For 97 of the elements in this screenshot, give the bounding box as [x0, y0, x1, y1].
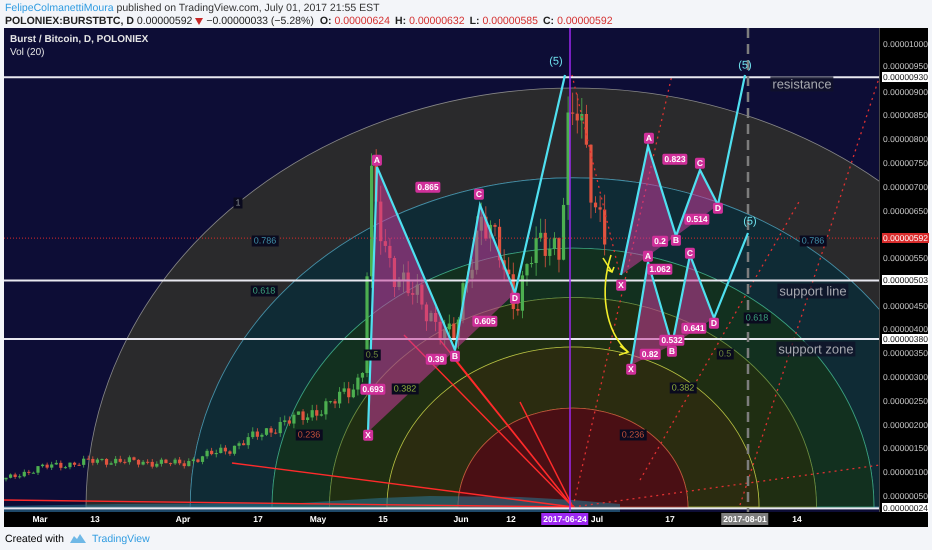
- price-tick-label: 0.00000650: [882, 206, 929, 216]
- time-tick-label: 12: [505, 513, 517, 525]
- pattern-point-label: D: [708, 318, 720, 328]
- ohlc-label: C:: [542, 15, 554, 27]
- price-tick-label: 0.00000300: [882, 372, 929, 382]
- price-tick-label: 0.00000950: [882, 60, 929, 71]
- ohlc-value: 0.00000624: [334, 15, 390, 27]
- publish-info: FelipeColmanettiMoura published on TradingView.com, July 01, 2017 21:55 EST: [5, 2, 380, 14]
- price-tick-label: 0.00000200: [882, 420, 929, 430]
- ohlc-label: O:: [320, 15, 332, 27]
- price-tick-label: 0.00000150: [882, 443, 929, 454]
- price-tick-label: 0.00000100: [882, 467, 929, 478]
- time-tick-label: Mar: [31, 513, 49, 525]
- price-line-label: 0.00000380: [882, 334, 929, 344]
- pattern-point-label: C: [694, 158, 706, 168]
- pattern-point-label: B: [450, 350, 460, 362]
- price-tick-label: 0.00000850: [882, 110, 929, 120]
- indicator-label: Vol (20): [10, 47, 46, 58]
- price-tick-label: 0.00000350: [882, 348, 929, 358]
- price-line-label: 0.00000024: [882, 503, 929, 514]
- author-link[interactable]: FelipeColmanettiMoura: [5, 2, 114, 14]
- fib-level-label: 0.5: [364, 350, 380, 360]
- ratio-label: 0.641: [681, 322, 707, 334]
- pattern-point-label: X: [616, 280, 626, 290]
- ratio-label: 0.2: [652, 236, 668, 246]
- created-with-text: Created with: [5, 532, 64, 544]
- tradingview-link[interactable]: TradingView: [92, 532, 150, 544]
- ohlc-value: 0.00000585: [482, 15, 538, 27]
- price-tick-label: 0.00000400: [882, 324, 929, 334]
- ratio-label: 0.865: [415, 182, 441, 192]
- ratio-label: 0.82: [640, 348, 660, 360]
- pattern-point-label: C: [684, 248, 696, 258]
- fib-level-label: 0.5: [716, 348, 734, 360]
- pattern-point-label: A: [372, 154, 382, 166]
- ratio-label: 0.39: [426, 354, 446, 364]
- price-line-label: 0.00000930: [882, 72, 929, 82]
- date-badge: 2017-08-01: [721, 513, 769, 525]
- chart-note: resistance: [770, 76, 834, 92]
- ohlc-value: 0.00000592: [557, 15, 613, 27]
- fib-level-label: 0.382: [670, 382, 696, 394]
- ratio-label: 1.062: [647, 264, 673, 274]
- pattern-point-label: A: [644, 132, 654, 144]
- price-change: −0.00000033 (−5.28%): [206, 15, 314, 27]
- time-tick-label: 13: [89, 513, 101, 525]
- time-tick-label: Apr: [174, 513, 192, 525]
- time-tick-label: May: [308, 513, 328, 525]
- price-tick-label: 0.00000450: [882, 300, 929, 311]
- last-price-label: 0.00000592: [882, 233, 929, 244]
- ratio-label: 0.532: [659, 334, 685, 346]
- chart-note: support line: [777, 284, 849, 298]
- fib-level-label: 0.786: [252, 236, 278, 246]
- date-badge: 2017-06-24: [541, 513, 589, 525]
- time-tick-label: 14: [791, 513, 803, 525]
- time-tick-label: 17: [252, 513, 264, 525]
- time-tick-label: Jun: [452, 513, 470, 525]
- ohlc-label: L:: [470, 15, 480, 27]
- price-tick-label: 0.00000750: [882, 158, 929, 168]
- fib-level-label: 0.236: [620, 430, 646, 440]
- ratio-label: 0.693: [360, 384, 386, 394]
- fib-level-label: 0.786: [800, 236, 826, 246]
- pattern-point-label: B: [666, 346, 678, 356]
- price-tick-label: 0.00000250: [882, 396, 929, 406]
- price-tick-label: 0.00000550: [882, 253, 929, 264]
- price-tick-label: 0.00001000: [882, 39, 929, 49]
- symbol-name: POLONIEX:BURSTBTC, D: [5, 15, 134, 27]
- pattern-point-label: X: [626, 364, 636, 374]
- wave-label: (5): [743, 216, 757, 228]
- price-tick-label: 0.00000700: [882, 182, 929, 192]
- wave-label: (5): [738, 60, 752, 72]
- price-tick-label: 0.00000050: [882, 491, 929, 501]
- ratio-label: 0.514: [684, 214, 710, 224]
- price-line-label: 0.00000503: [882, 275, 929, 286]
- time-tick-label: 17: [664, 513, 676, 525]
- time-tick-label: 15: [377, 513, 389, 525]
- chart-note: support zone: [776, 342, 856, 356]
- pattern-point-label: B: [670, 234, 682, 246]
- time-tick-label: Jul: [590, 513, 604, 525]
- price-tick-label: 0.00000800: [882, 134, 929, 144]
- pattern-point-label: D: [712, 202, 724, 214]
- last-price: 0.00000592: [136, 15, 192, 27]
- chart-title: Burst / Bitcoin, D, POLONIEX: [10, 34, 148, 45]
- pattern-point-label: C: [474, 188, 484, 200]
- pattern-point-label: D: [510, 292, 520, 304]
- fib-level-label: 0.618: [250, 286, 278, 296]
- ratio-label: 0.605: [472, 316, 498, 326]
- ratio-label: 0.823: [662, 154, 688, 164]
- pattern-point-label: A: [642, 250, 654, 262]
- price-tick-label: 0.00000900: [882, 86, 929, 97]
- wave-label: (5): [549, 56, 563, 68]
- fib-level-label: 0.382: [392, 384, 418, 394]
- pattern-point-label: X: [363, 430, 373, 440]
- arrow: [602, 258, 615, 274]
- fib-level-label: 0.236: [296, 430, 322, 440]
- fib-level-label: 1: [234, 198, 242, 208]
- fib-level-label: 0.618: [744, 312, 770, 324]
- ohlc-label: H:: [394, 15, 406, 27]
- ohlc-value: 0.00000632: [409, 15, 465, 27]
